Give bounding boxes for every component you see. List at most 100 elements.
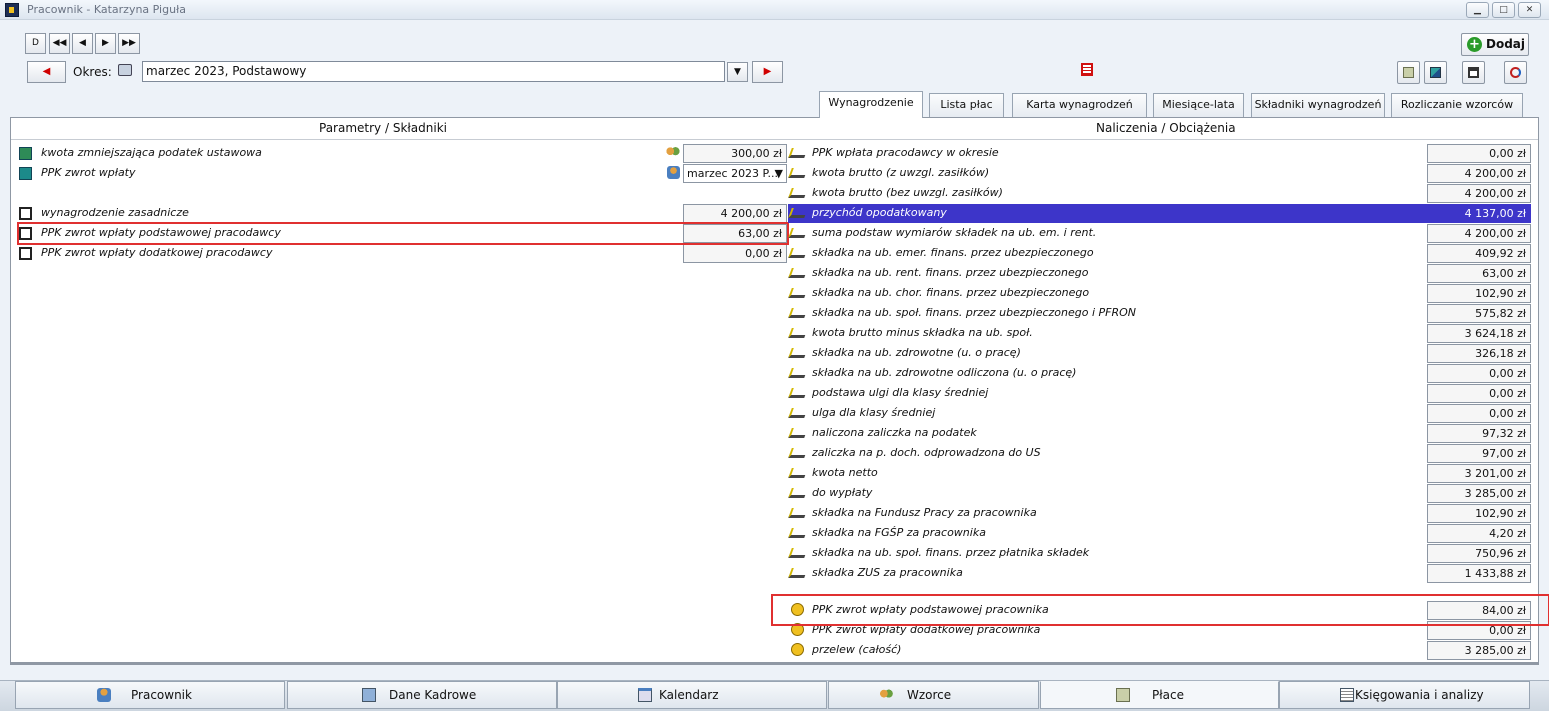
bottom-tab-kalendarz[interactable]: Kalendarz [557, 681, 827, 709]
bottom-tab-dane-kadrowe[interactable]: Dane Kadrowe [287, 681, 557, 709]
param-value[interactable]: 0,00 zł [683, 244, 787, 263]
charge-row[interactable]: składka ZUS za pracownika 1 433,88 zł [788, 564, 1531, 583]
charge-value[interactable]: 0,00 zł [1427, 384, 1531, 403]
charge-row[interactable]: składka na FGŚP za pracownika 4,20 zł [788, 524, 1531, 543]
charge-label: składka na Fundusz Pracy za pracownika [812, 506, 1037, 519]
charge-row[interactable]: składka na Fundusz Pracy za pracownika 10… [788, 504, 1531, 523]
calendar-icon [638, 688, 652, 702]
tab-skladniki-wynagrodzen[interactable]: Składniki wynagrodzeń [1251, 93, 1385, 117]
charge-value[interactable]: 3 285,00 zł [1427, 641, 1531, 660]
charge-value[interactable]: 575,82 zł [1427, 304, 1531, 323]
charge-value[interactable]: 3 285,00 zł [1427, 484, 1531, 503]
period-input[interactable]: marzec 2023, Podstawowy [142, 61, 725, 82]
charge-value[interactable]: 97,32 zł [1427, 424, 1531, 443]
charge-value[interactable]: 4 200,00 zł [1427, 164, 1531, 183]
add-button[interactable]: + Dodaj [1461, 33, 1529, 56]
param-value[interactable]: 300,00 zł [683, 144, 787, 163]
charge-value[interactable]: 102,90 zł [1427, 284, 1531, 303]
table-red-icon[interactable] [1081, 63, 1093, 76]
charge-label: składka ZUS za pracownika [812, 566, 963, 579]
param-row[interactable]: kwota zmniejszająca podatek ustawowa 300… [17, 144, 788, 163]
bottom-tab-wzorce[interactable]: Wzorce [828, 681, 1039, 709]
charge-row[interactable]: składka na ub. społ. finans. przez ubezp… [788, 304, 1531, 323]
charge-value[interactable]: 409,92 zł [1427, 244, 1531, 263]
charge-value[interactable]: 750,96 zł [1427, 544, 1531, 563]
charge-row[interactable]: składka na ub. zdrowotne (u. o pracę) 326… [788, 344, 1531, 363]
maximize-button[interactable]: □ [1492, 2, 1515, 18]
charge-row[interactable]: przychód opodatkowany 4 137,00 zł [788, 204, 1531, 223]
param-row[interactable]: PPK zwrot wpłaty marzec 2023 P... ▼ [17, 164, 788, 183]
charge-value[interactable]: 4 200,00 zł [1427, 224, 1531, 243]
charge-row[interactable]: kwota brutto (z uwzgl. zasiłków) 4 200,00… [788, 164, 1531, 183]
charge-row[interactable]: PPK wpłata pracodawcy w okresie 0,00 zł [788, 144, 1531, 163]
first-record-button[interactable]: ◀◀ [49, 33, 70, 54]
charge-label: kwota netto [812, 466, 878, 479]
charge-value[interactable]: 102,90 zł [1427, 504, 1531, 523]
prev-period-button[interactable]: ◀ [27, 61, 66, 83]
period-label: Okres: [73, 65, 112, 79]
calculator-button[interactable] [1397, 61, 1420, 84]
charge-value[interactable]: 0,00 zł [1427, 364, 1531, 383]
period-dropdown-button[interactable]: ▼ [727, 62, 748, 82]
tab-wynagrodzenie[interactable]: Wynagrodzenie [819, 91, 923, 118]
print-button[interactable] [1462, 61, 1485, 84]
charge-value[interactable]: 63,00 zł [1427, 264, 1531, 283]
charge-row[interactable]: kwota netto 3 201,00 zł [788, 464, 1531, 483]
prev-record-button[interactable]: ◀ [72, 33, 93, 54]
new-record-button[interactable]: D [25, 33, 46, 54]
charge-label: składka na ub. chor. finans. przez ubezp… [812, 286, 1090, 299]
charge-row[interactable]: naliczona zaliczka na podatek 97,32 zł [788, 424, 1531, 443]
charge-row[interactable]: podstawa ulgi dla klasy średniej 0,00 zł [788, 384, 1531, 403]
books-button[interactable] [1424, 61, 1447, 84]
bottom-tab-label: Wzorce [907, 688, 952, 702]
charge-value[interactable]: 326,18 zł [1427, 344, 1531, 363]
close-button[interactable]: ✕ [1518, 2, 1541, 18]
param-row[interactable]: wynagrodzenie zasadnicze 4 200,00 zł [17, 204, 788, 223]
calc-hand-icon [788, 148, 808, 158]
charge-row[interactable]: ulga dla klasy średniej 0,00 zł [788, 404, 1531, 423]
app-window: Pracownik - Katarzyna Piguła ▁ □ ✕ D ◀◀ … [0, 0, 1549, 711]
charge-value[interactable]: 3 201,00 zł [1427, 464, 1531, 483]
bottom-tab-place[interactable]: Płace [1040, 681, 1279, 709]
last-record-button[interactable]: ▶▶ [118, 33, 140, 54]
charge-label: naliczona zaliczka na podatek [812, 426, 977, 439]
param-label: PPK zwrot wpłaty [41, 166, 136, 179]
charge-row[interactable]: suma podstaw wymiarów składek na ub. em.… [788, 224, 1531, 243]
bottom-tab-pracownik[interactable]: Pracownik [15, 681, 285, 709]
minimize-button[interactable]: ▁ [1466, 2, 1489, 18]
charge-row[interactable]: składka na ub. zdrowotne odliczona (u. o… [788, 364, 1531, 383]
refresh-button[interactable] [1504, 61, 1527, 84]
charge-row[interactable]: składka na ub. rent. finans. przez ubezp… [788, 264, 1531, 283]
bottom-tab-label: Płace [1152, 688, 1184, 702]
charge-row[interactable]: zaliczka na p. doch. odprowadzona do US 9… [788, 444, 1531, 463]
charge-value[interactable]: 1 433,88 zł [1427, 564, 1531, 583]
tab-karta-wynagrodzen[interactable]: Karta wynagrodzeń [1012, 93, 1147, 117]
charge-row[interactable]: do wypłaty 3 285,00 zł [788, 484, 1531, 503]
main-panel: Parametry / Składniki Naliczenia / Obcią… [10, 117, 1549, 665]
charge-row[interactable]: kwota brutto minus składka na ub. społ. 3… [788, 324, 1531, 343]
charge-row[interactable]: składka na ub. chor. finans. przez ubezp… [788, 284, 1531, 303]
tab-miesiace-lata[interactable]: Miesiące-lata [1153, 93, 1244, 117]
charge-value[interactable]: 4 137,00 zł [1427, 204, 1531, 223]
charge-value[interactable]: 0,00 zł [1427, 404, 1531, 423]
tab-lista-plac[interactable]: Lista płac [929, 93, 1004, 117]
charge-row[interactable]: składka na ub. emer. finans. przez ubezp… [788, 244, 1531, 263]
charge-value[interactable]: 0,00 zł [1427, 144, 1531, 163]
charge-row[interactable]: przelew (całość) 3 285,00 zł [788, 641, 1531, 660]
charge-row[interactable]: składka na ub. społ. finans. przez płatn… [788, 544, 1531, 563]
bottom-tab-ksiegowania[interactable]: Księgowania i analizy [1279, 681, 1530, 709]
param-row[interactable]: PPK zwrot wpłaty dodatkowej pracodawcy 0… [17, 244, 788, 263]
calc-hand-icon [788, 548, 808, 558]
charge-value[interactable]: 4 200,00 zł [1427, 184, 1531, 203]
charge-row[interactable]: kwota brutto (bez uwzgl. zasiłków) 4 200,… [788, 184, 1531, 203]
charge-value[interactable]: 3 624,18 zł [1427, 324, 1531, 343]
tab-rozliczanie-wzorcow[interactable]: Rozliczanie wzorców [1391, 93, 1523, 117]
ppk-period-select[interactable]: marzec 2023 P... ▼ [683, 164, 787, 183]
next-record-button[interactable]: ▶ [95, 33, 116, 54]
param-value[interactable]: 4 200,00 zł [683, 204, 787, 223]
charge-label: kwota brutto minus składka na ub. społ. [812, 326, 1033, 339]
charge-value[interactable]: 97,00 zł [1427, 444, 1531, 463]
next-period-button[interactable]: ▶ [752, 61, 783, 83]
charge-label: przychód opodatkowany [812, 206, 947, 219]
charge-value[interactable]: 4,20 zł [1427, 524, 1531, 543]
